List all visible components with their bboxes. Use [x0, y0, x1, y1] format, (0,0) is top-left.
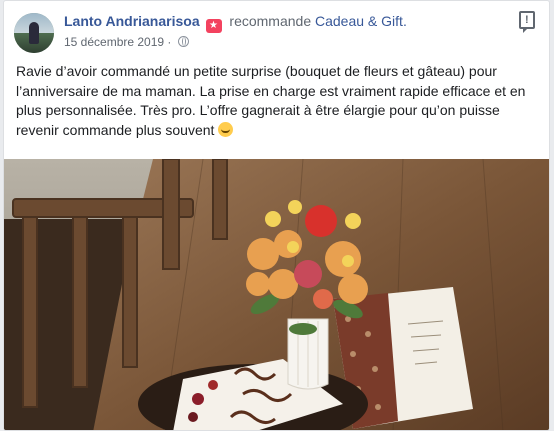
report-icon[interactable]: !: [519, 11, 535, 33]
author-line: Lanto Andrianarisoa ★ recommande Cadeau …: [64, 13, 407, 33]
globe-icon: [177, 36, 189, 47]
avatar-person: [29, 22, 39, 44]
page-name-link[interactable]: Cadeau & Gift.: [315, 13, 407, 29]
post-text: Ravie d’avoir commandé un petite surpris…: [16, 62, 538, 140]
avatar[interactable]: [14, 13, 54, 53]
post-header: Lanto Andrianarisoa ★ recommande Cadeau …: [14, 9, 539, 53]
post-date[interactable]: 15 décembre 2019 ·: [64, 35, 171, 49]
photo-illustration: [4, 159, 549, 430]
report-glyph: !: [525, 14, 529, 26]
post-meta: 15 décembre 2019 ·: [64, 35, 189, 49]
recommend-star-icon: ★: [205, 19, 222, 33]
recommend-action: recommande: [229, 13, 312, 29]
post-card: Lanto Andrianarisoa ★ recommande Cadeau …: [3, 0, 550, 431]
post-body: Ravie d’avoir commandé un petite surpris…: [16, 63, 526, 138]
post-photo[interactable]: [4, 159, 549, 430]
smiling-face-emoji: [218, 121, 234, 137]
author-name[interactable]: Lanto Andrianarisoa: [64, 13, 200, 29]
